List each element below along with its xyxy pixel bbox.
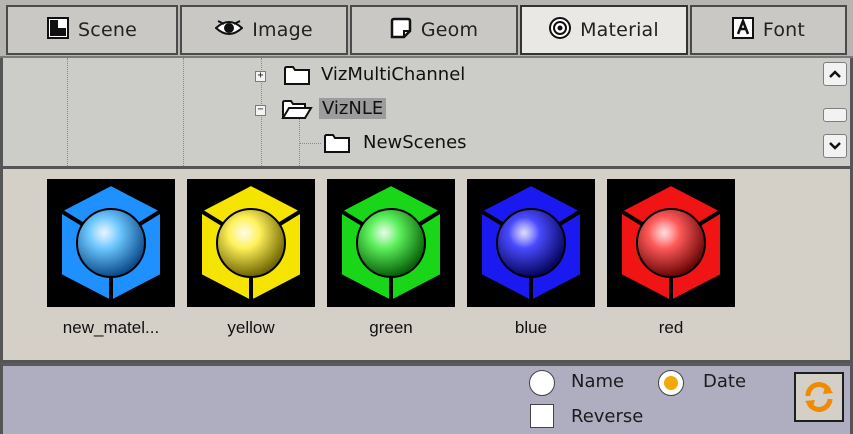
tab-font[interactable]: Font xyxy=(690,5,847,55)
collapse-toggle[interactable]: − xyxy=(255,105,266,116)
tab-material-label: Material xyxy=(580,19,659,41)
scroll-down-button[interactable] xyxy=(823,134,847,158)
material-swatch-icon xyxy=(327,179,455,307)
expand-toggle[interactable]: + xyxy=(255,71,266,82)
sort-by-date-radio[interactable] xyxy=(658,370,684,396)
chevron-down-icon xyxy=(829,142,841,150)
tab-bar: Scene Image Geom Material Font xyxy=(0,0,853,58)
font-icon xyxy=(731,16,754,44)
folder-tree: + VizMultiChannel − VizNLE NewScenes xyxy=(0,58,853,166)
tree-scrollbar[interactable] xyxy=(823,60,847,164)
tree-guide-line xyxy=(299,143,321,144)
folder-icon xyxy=(283,64,311,90)
material-swatch-icon xyxy=(47,179,175,307)
tab-font-label: Font xyxy=(762,19,806,41)
material-swatch-icon xyxy=(607,179,735,307)
tab-scene-label: Scene xyxy=(78,19,137,41)
tree-node-viznle[interactable]: VizNLE xyxy=(319,98,387,119)
tree-node-newscenes[interactable]: NewScenes xyxy=(363,132,467,153)
material-swatch-icon xyxy=(467,179,595,307)
scene-icon xyxy=(47,16,70,44)
geom-icon xyxy=(390,17,412,44)
material-name: new_matel... xyxy=(62,318,160,337)
tree-guide-line xyxy=(67,58,68,166)
material-item-red[interactable]: red xyxy=(607,179,735,338)
material-item-yellow[interactable]: yellow xyxy=(187,179,315,338)
refresh-button[interactable] xyxy=(794,372,844,422)
tab-geom[interactable]: Geom xyxy=(350,5,518,55)
tab-material[interactable]: Material xyxy=(520,5,688,55)
material-name: yellow xyxy=(227,318,275,337)
refresh-icon xyxy=(805,382,833,412)
scroll-thumb[interactable] xyxy=(823,108,847,122)
eye-icon xyxy=(214,18,244,43)
chevron-up-icon xyxy=(829,70,841,78)
sort-by-date-label: Date xyxy=(703,371,747,392)
material-item-blue[interactable]: blue xyxy=(467,179,595,338)
tab-geom-label: Geom xyxy=(420,19,479,41)
tab-image[interactable]: Image xyxy=(180,5,348,55)
material-item-new-matel[interactable]: new_matel... xyxy=(47,179,175,338)
reverse-label: Reverse xyxy=(571,406,644,427)
material-thumbnail-grid: new_matel... yellow green blue red xyxy=(0,166,853,363)
tree-node-vizmultichannel[interactable]: VizMultiChannel xyxy=(321,64,465,85)
reverse-checkbox[interactable] xyxy=(530,404,554,428)
tree-guide-line xyxy=(183,58,184,166)
material-swatch-icon xyxy=(187,179,315,307)
sort-options-bar: Name Date Reverse xyxy=(0,363,853,434)
folder-icon xyxy=(323,132,351,158)
open-folder-icon xyxy=(281,98,313,124)
material-name: blue xyxy=(514,318,548,337)
tab-scene[interactable]: Scene xyxy=(6,5,178,55)
material-item-green[interactable]: green xyxy=(327,179,455,338)
sort-by-name-radio[interactable] xyxy=(529,370,555,396)
tab-image-label: Image xyxy=(252,19,313,41)
material-icon xyxy=(549,16,572,44)
material-name: green xyxy=(369,318,413,337)
material-name: red xyxy=(658,318,684,337)
scroll-up-button[interactable] xyxy=(823,62,847,86)
sort-by-name-label: Name xyxy=(571,371,625,392)
